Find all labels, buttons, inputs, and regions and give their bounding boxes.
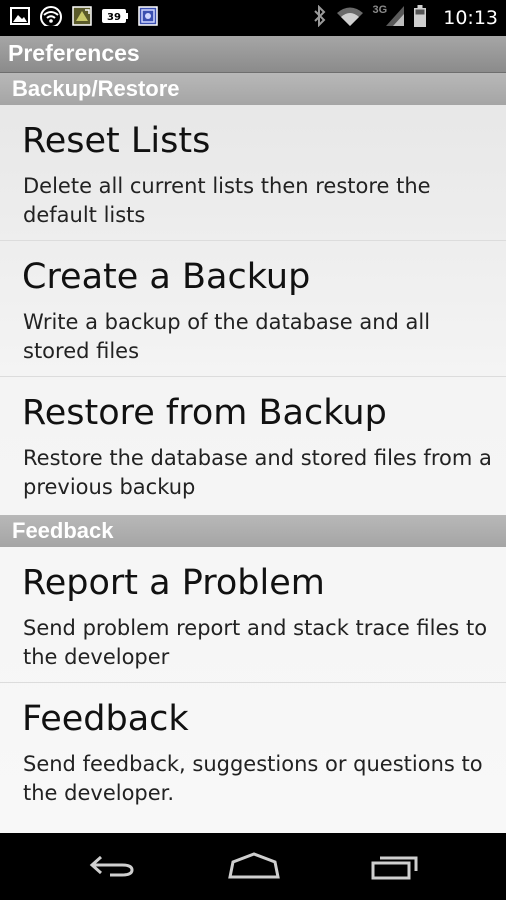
pref-item-summary: Delete all current lists then restore th… <box>23 174 431 227</box>
preferences-list: Backup/Restore Reset Lists Delete all cu… <box>0 73 506 833</box>
home-icon[interactable] <box>227 851 281 885</box>
pref-item-create-backup[interactable]: Create a Backup Write a backup of the da… <box>0 241 506 377</box>
network-type-label: 3G <box>372 4 388 16</box>
wifi-icon <box>39 6 63 30</box>
status-bar: 39 3G 10:13 <box>0 0 506 36</box>
cell-signal-icon <box>385 5 405 31</box>
status-system-icons: 3G 10:13 <box>313 4 498 31</box>
app-icon <box>138 6 158 30</box>
wifi-signal-icon <box>336 5 364 31</box>
pref-item-summary: Send problem report and stack trace file… <box>23 616 488 669</box>
section-header-label: Backup/Restore <box>12 76 180 101</box>
navigation-bar <box>0 833 506 900</box>
pref-item-title: Report a Problem <box>22 563 325 603</box>
page-title: Preferences <box>8 40 140 66</box>
pref-item-summary: Write a backup of the database and all s… <box>23 310 431 363</box>
battery-icon <box>414 5 427 31</box>
svg-text:39: 39 <box>107 12 121 23</box>
section-header-label: Feedback <box>12 518 114 543</box>
bluetooth-icon <box>313 4 327 31</box>
pref-item-summary: Send feedback, suggestions or questions … <box>23 752 483 805</box>
status-time: 10:13 <box>443 7 498 29</box>
image-icon <box>10 7 30 29</box>
section-header-feedback: Feedback <box>0 515 506 547</box>
recent-apps-icon[interactable] <box>370 851 422 885</box>
notification-icon <box>72 6 92 30</box>
back-icon[interactable] <box>88 851 138 885</box>
battery-level-icon: 39 <box>101 7 129 29</box>
pref-item-title: Feedback <box>22 699 189 739</box>
status-notification-icons: 39 <box>10 6 167 30</box>
pref-item-title: Restore from Backup <box>22 393 387 433</box>
pref-item-summary: Restore the database and stored files fr… <box>23 446 492 499</box>
pref-item-report-problem[interactable]: Report a Problem Send problem report and… <box>0 547 506 683</box>
screen: 39 3G 10:13 Preferences Backup/Restore R… <box>0 0 506 900</box>
pref-item-restore-backup[interactable]: Restore from Backup Restore the database… <box>0 377 506 515</box>
pref-item-title: Reset Lists <box>22 121 211 161</box>
section-header-backup-restore: Backup/Restore <box>0 73 506 105</box>
action-bar: Preferences <box>0 36 506 73</box>
pref-item-feedback[interactable]: Feedback Send feedback, suggestions or q… <box>0 683 506 819</box>
pref-item-reset-lists[interactable]: Reset Lists Delete all current lists the… <box>0 105 506 241</box>
pref-item-title: Create a Backup <box>22 257 311 297</box>
